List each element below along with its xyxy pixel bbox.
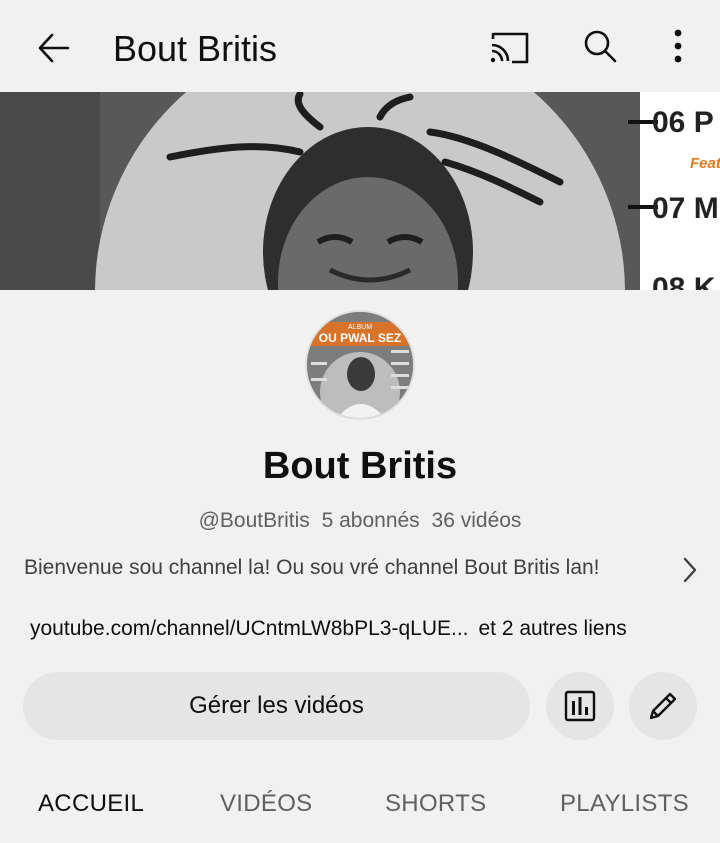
avatar-album-title: OU PWAL SEZ xyxy=(319,331,401,345)
subscriber-count: 5 abonnés xyxy=(321,509,420,532)
pencil-icon xyxy=(649,692,677,720)
banner-track-08: 08 K xyxy=(652,272,716,290)
analytics-icon xyxy=(564,690,596,722)
video-count: 36 vidéos xyxy=(431,509,522,532)
search-button[interactable] xyxy=(576,22,624,70)
tab-videos[interactable]: VIDÉOS xyxy=(220,790,313,818)
channel-description[interactable]: Bienvenue sou channel la! Ou sou vré cha… xyxy=(24,556,664,580)
edit-channel-button[interactable] xyxy=(629,672,697,740)
analytics-button[interactable] xyxy=(546,672,614,740)
channel-name: Bout Britis xyxy=(262,445,458,487)
tab-shorts[interactable]: SHORTS xyxy=(385,790,486,818)
banner-image: 06 P Feat 07 M 08 K xyxy=(0,92,720,290)
banner-feat-label: Feat xyxy=(690,155,720,172)
chevron-right-icon xyxy=(683,557,697,583)
manage-videos-button[interactable]: Gérer les vidéos xyxy=(23,672,530,740)
more-options-button[interactable] xyxy=(654,22,702,70)
top-app-bar: Bout Britis xyxy=(0,0,720,92)
back-button[interactable] xyxy=(30,24,78,72)
search-icon xyxy=(584,30,617,63)
cast-icon xyxy=(490,32,529,64)
banner-track-07: 07 M xyxy=(652,192,719,225)
tab-accueil[interactable]: ACCUEIL xyxy=(38,790,144,818)
channel-handle: @BoutBritis xyxy=(198,509,310,532)
avatar-album-label: ALBUM xyxy=(348,324,372,331)
avatar-image: ALBUM OU PWAL SEZ xyxy=(307,312,413,418)
page-title: Bout Britis xyxy=(113,28,278,69)
cast-button[interactable] xyxy=(484,24,534,72)
channel-banner: 06 P Feat 07 M 08 K xyxy=(0,92,720,290)
more-vert-icon xyxy=(674,29,682,63)
description-expand-button[interactable] xyxy=(676,553,704,587)
channel-meta: @BoutBritis 5 abonnés 36 vidéos xyxy=(0,509,720,533)
banner-track-06: 06 P xyxy=(652,106,714,139)
channel-link[interactable]: youtube.com/channel/UCntmLW8bPL3-qLUE... xyxy=(30,617,469,640)
more-links[interactable]: et 2 autres liens xyxy=(479,617,627,640)
back-arrow-icon xyxy=(38,33,70,63)
tab-playlists[interactable]: PLAYLISTS xyxy=(560,790,689,818)
channel-avatar[interactable]: ALBUM OU PWAL SEZ xyxy=(305,310,415,420)
channel-links[interactable]: youtube.com/channel/UCntmLW8bPL3-qLUE...… xyxy=(30,617,710,641)
